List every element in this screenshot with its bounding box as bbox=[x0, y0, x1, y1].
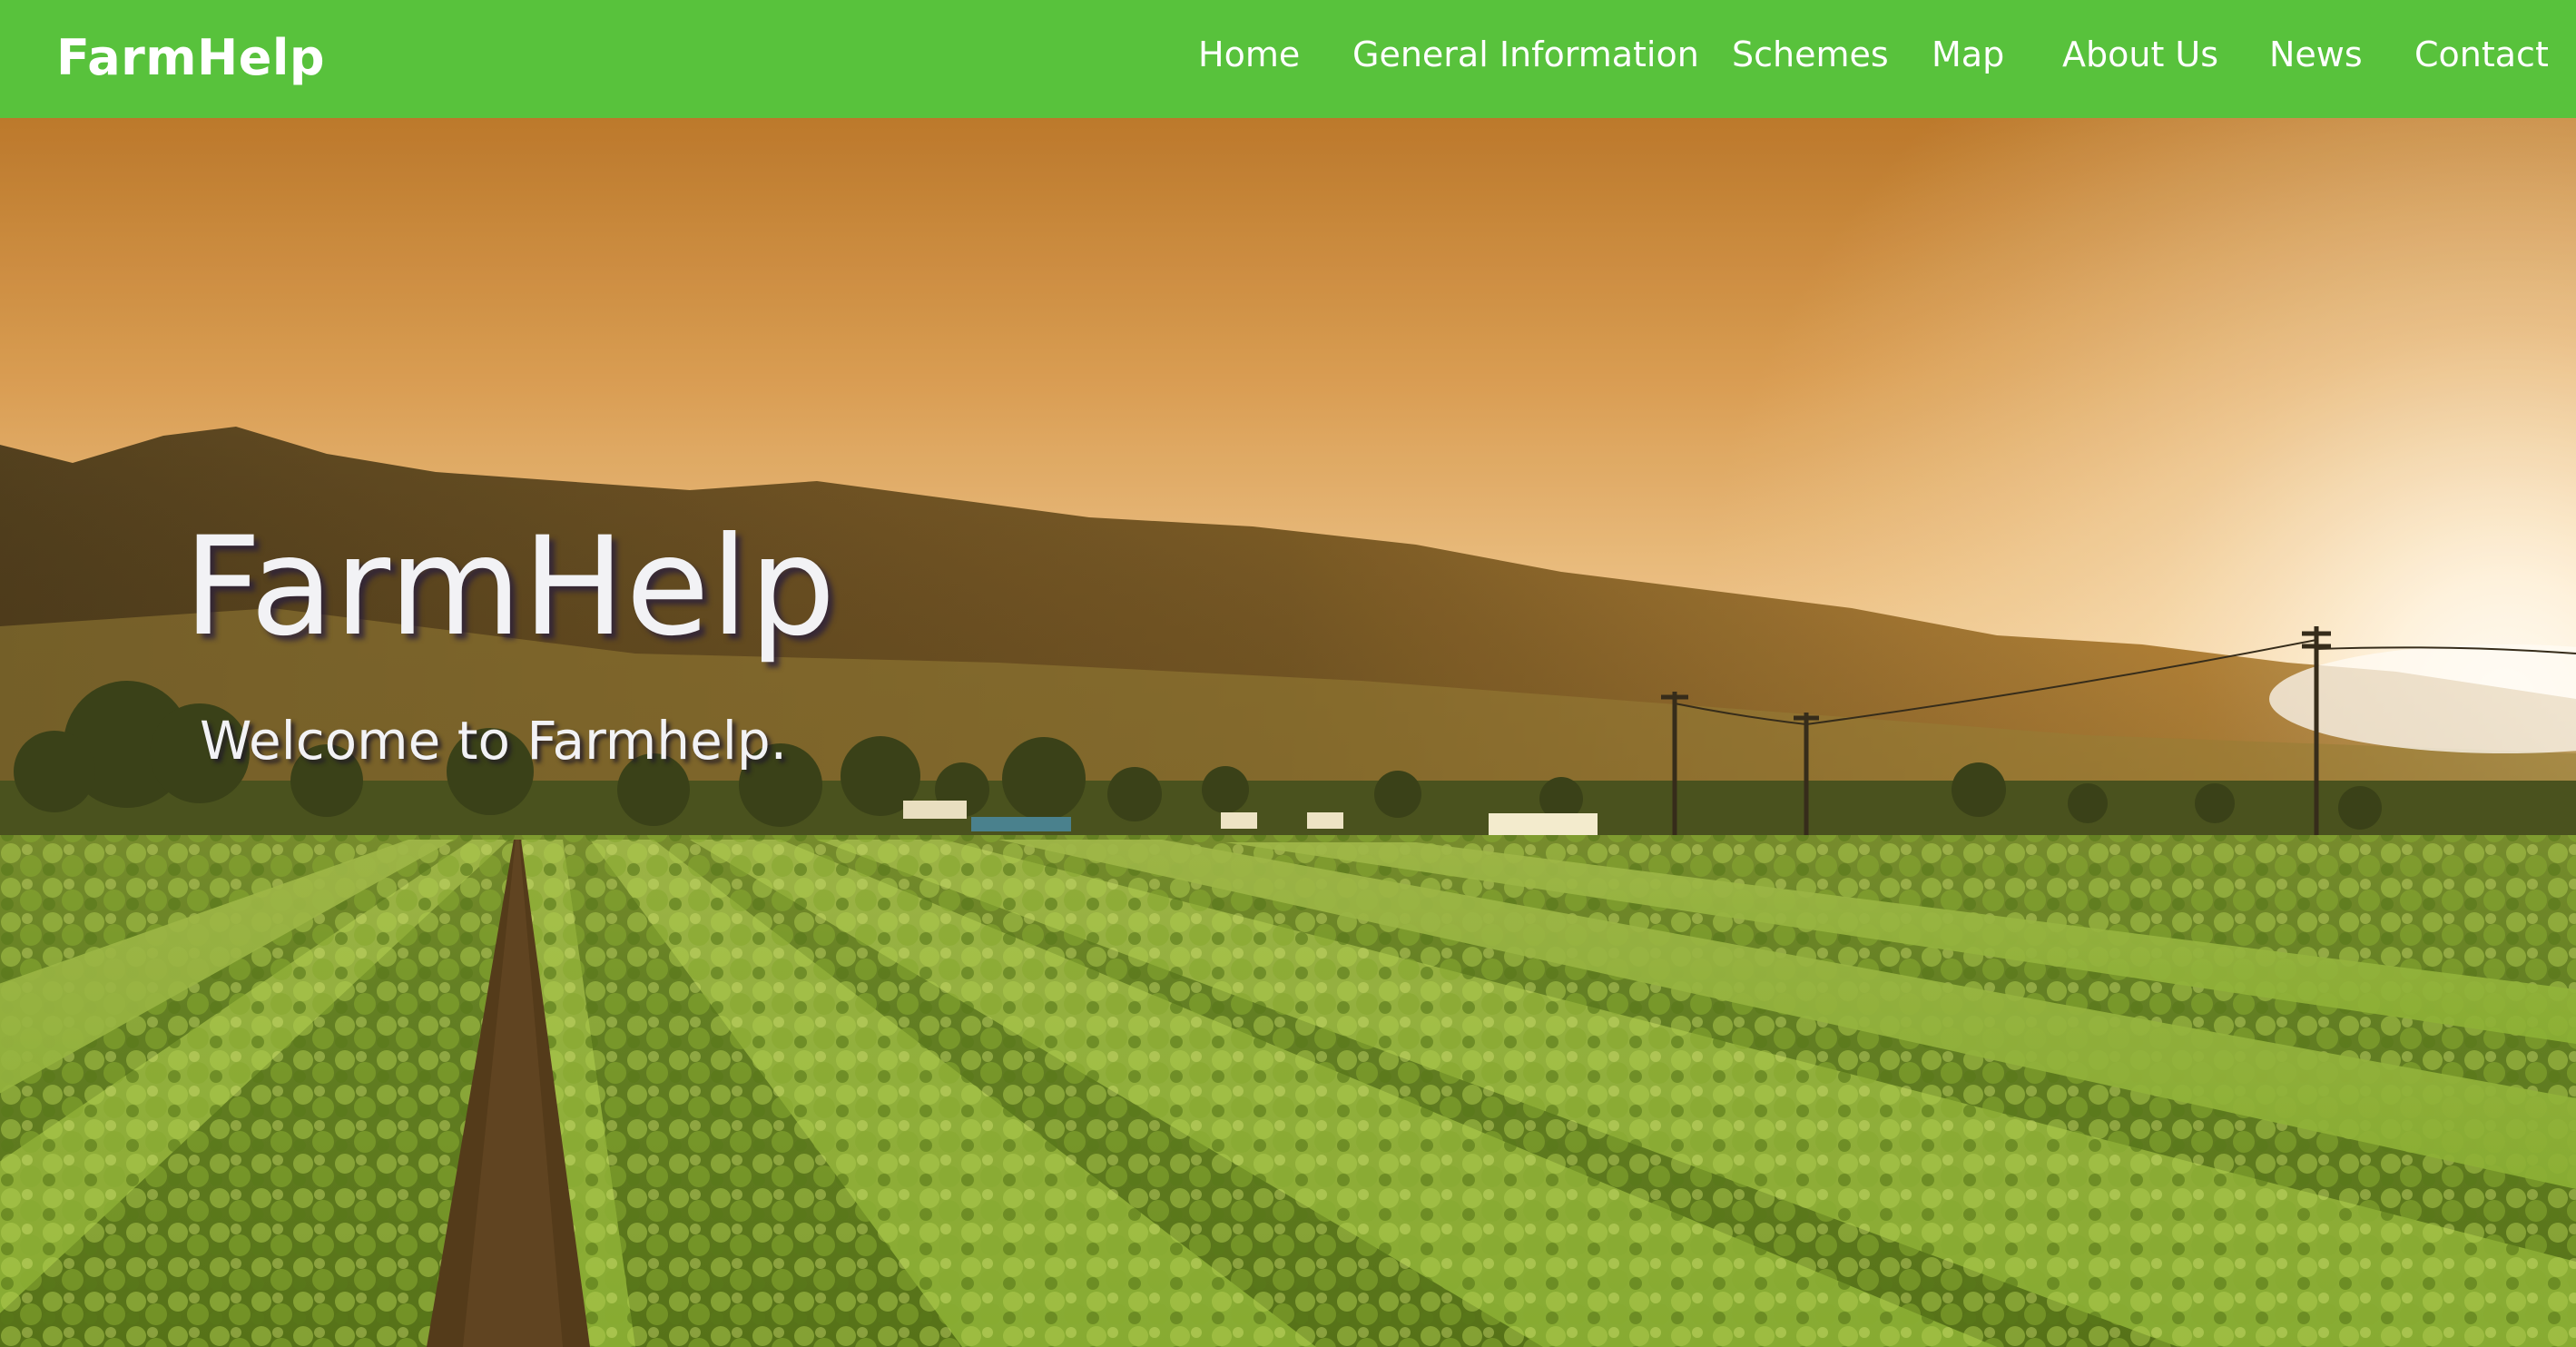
brand-logo[interactable]: FarmHelp bbox=[56, 29, 325, 86]
nav-link-about-us[interactable]: About Us bbox=[2062, 34, 2218, 74]
nav-link-news[interactable]: News bbox=[2269, 34, 2363, 74]
nav-link-schemes[interactable]: Schemes bbox=[1732, 34, 1889, 74]
nav-link-contact[interactable]: Contact bbox=[2414, 34, 2549, 74]
hero-section: FarmHelp Welcome to Farmhelp. bbox=[0, 118, 2576, 1347]
navbar: FarmHelp Home General Information Scheme… bbox=[0, 0, 2576, 118]
nav-link-map[interactable]: Map bbox=[1932, 34, 2004, 74]
hero-title: FarmHelp bbox=[183, 508, 837, 666]
hero-subtitle: Welcome to Farmhelp. bbox=[200, 710, 788, 772]
page: FarmHelp Home General Information Scheme… bbox=[0, 0, 2576, 1347]
nav-link-home[interactable]: Home bbox=[1198, 34, 1300, 74]
nav-link-general-information[interactable]: General Information bbox=[1352, 34, 1699, 74]
